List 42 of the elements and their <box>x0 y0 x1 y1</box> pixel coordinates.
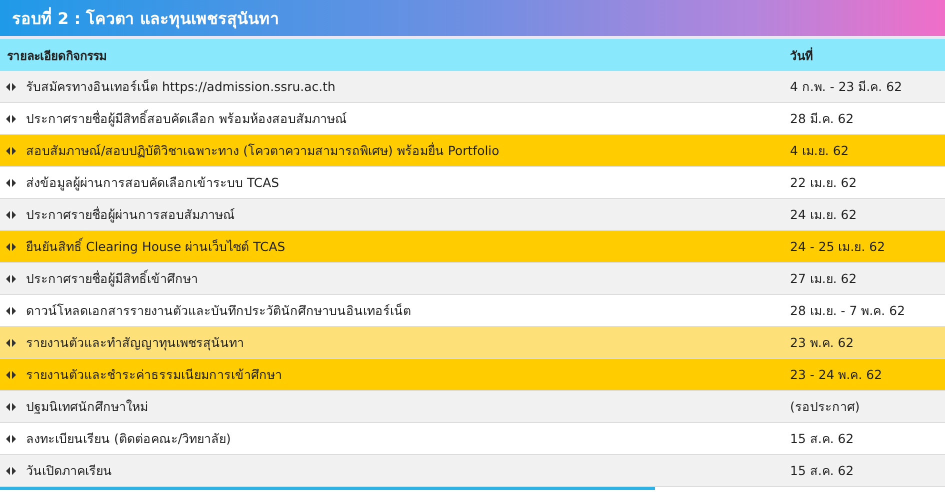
date-text: 15 ส.ค. 62 <box>790 430 855 448</box>
column-header: วันที่ <box>790 46 814 64</box>
date-text: 15 ส.ค. 62 <box>790 462 855 480</box>
activity-text: ประกาศรายชื่อผู้มีสิทธิ์สอบคัดเลือก พร้อมห้องสอบสัมภาษณ์ <box>26 108 347 128</box>
activity-text: สอบสัมภาษณ์/สอบปฏิบัติวิชาเฉพาะทาง (โควตาความสามารถพิเศษ) พร้อมยื่น Portfolio <box>26 141 500 160</box>
date-text: 24 เม.ย. 62 <box>790 206 858 224</box>
date-text: 28 เม.ย. - 7 พ.ค. 62 <box>790 302 906 320</box>
activity-text: วันเปิดภาคเรียน <box>26 462 112 480</box>
left-right-arrow-icon <box>6 82 16 90</box>
left-right-arrow-icon <box>6 370 16 378</box>
left-right-arrow-icon <box>6 338 16 346</box>
left-right-arrow-icon <box>6 242 16 250</box>
left-right-arrow-icon <box>6 210 16 218</box>
date-text: 28 มี.ค. 62 <box>790 110 855 128</box>
left-right-arrow-icon <box>6 274 16 282</box>
left-right-arrow-icon <box>6 114 16 122</box>
column-header: รายละเอียดกิจกรรม <box>6 48 108 64</box>
activity-text: ยืนยันสิทธิ์ Clearing House ผ่านเว็บไซต์ TCAS <box>26 236 286 256</box>
activity-text: ประกาศรายชื่อผู้มีสิทธิ์เข้าศึกษา <box>26 268 198 288</box>
activity-text: ส่งข้อมูลผู้ผ่านการสอบคัดเลือกเข้าระบบ TCAS <box>26 174 280 192</box>
section-title: รอบที่ 2 : โควตา และทุนเพชรสุนันทา <box>12 6 279 30</box>
activity-text: รับสมัครทางอินเทอร์เน็ต https://admission.ssru.ac.th <box>26 78 336 96</box>
activity-text: ประกาศรายชื่อผู้ผ่านการสอบสัมภาษณ์ <box>26 205 235 224</box>
date-text: 4 เม.ย. 62 <box>790 142 850 160</box>
date-text: 23 พ.ค. 62 <box>790 334 855 352</box>
left-right-arrow-icon <box>6 402 16 410</box>
date-text: 27 เม.ย. 62 <box>790 270 858 288</box>
left-right-arrow-icon <box>6 306 16 314</box>
activity-text: ดาวน์โหลดเอกสารรายงานตัวและบันทึกประวัตินักศึกษาบนอินเทอร์เน็ต <box>26 302 411 320</box>
date-text: 24 - 25 เม.ย. 62 <box>790 238 886 256</box>
left-right-arrow-icon <box>6 178 16 186</box>
left-right-arrow-icon <box>6 434 16 442</box>
date-text: 23 - 24 พ.ค. 62 <box>790 366 884 384</box>
date-text: 22 เม.ย. 62 <box>790 174 858 192</box>
activity-text: รายงานตัวและชำระค่าธรรมเนียมการเข้าศึกษา <box>26 366 282 384</box>
date-text: (รอประกาศ) <box>790 398 861 416</box>
activity-text: รายงานตัวและทำสัญญาทุนเพชรสุนันทา <box>26 334 244 352</box>
left-right-arrow-icon <box>6 146 16 154</box>
activity-text: ปฐมนิเทศนักศึกษาใหม่ <box>26 398 148 416</box>
activity-text: ลงทะเบียนเรียน (ติดต่อคณะ/วิทยาลัย) <box>26 430 231 448</box>
date-text: 4 ก.พ. - 23 มี.ค. 62 <box>790 78 904 96</box>
left-right-arrow-icon <box>6 466 16 474</box>
